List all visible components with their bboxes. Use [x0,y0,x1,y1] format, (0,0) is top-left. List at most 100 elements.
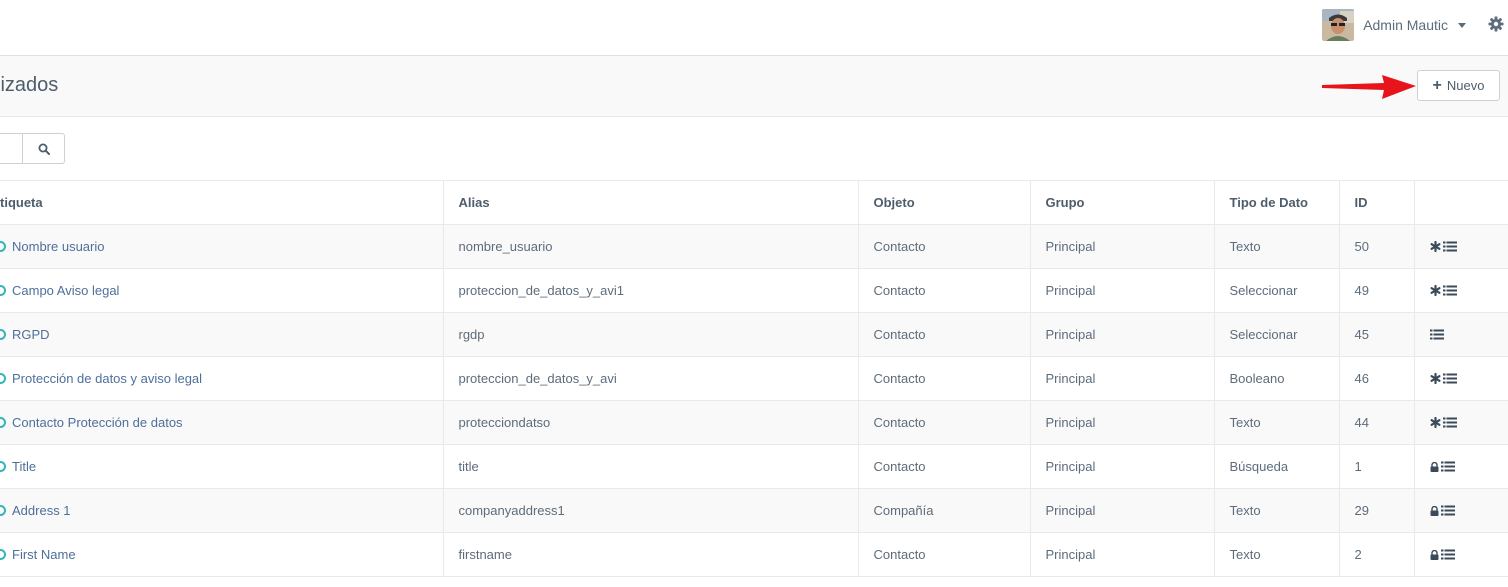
cell-status-icons [1414,444,1508,489]
list-icon [1429,329,1444,340]
column-header-alias[interactable]: Alias [443,180,859,225]
publish-toggle-icon[interactable] [0,329,6,340]
cell-status-icons [1414,532,1508,577]
lock-icon [1430,461,1438,472]
publish-toggle-icon[interactable] [0,549,6,560]
new-button[interactable]: + Nuevo [1417,70,1500,101]
list-icon [1442,373,1457,384]
list-icon [1442,417,1457,428]
cell-alias: title [443,444,859,489]
publish-toggle-icon[interactable] [0,285,6,296]
field-label-link[interactable]: Protección de datos y aviso legal [12,371,202,386]
list-icon [1440,461,1455,472]
asterisk-icon [1430,373,1440,384]
cell-alias: firstname [443,532,859,577]
column-header-label[interactable]: tiqueta [0,180,444,225]
cell-id: 45 [1339,312,1415,357]
publish-toggle-icon[interactable] [0,505,6,516]
list-icon [1442,285,1457,296]
list-icon [1440,505,1455,516]
search-icon [38,143,50,155]
cell-object: Compañía [858,488,1031,533]
cell-status-icons [1414,224,1508,269]
cell-status-icons [1414,400,1508,445]
cell-status-icons [1414,268,1508,313]
cell-label: Address 1 [0,488,444,533]
cell-status-icons [1414,488,1508,533]
plus-icon: + [1432,77,1442,94]
cell-type: Seleccionar [1214,268,1340,313]
cell-type: Texto [1214,224,1340,269]
field-label-link[interactable]: First Name [12,547,76,562]
field-label-link[interactable]: Nombre usuario [12,239,105,254]
publish-toggle-icon[interactable] [0,461,6,472]
table-row: Campo Aviso legal proteccion_de_datos_y_a… [0,268,1508,313]
cell-group: Principal [1030,444,1215,489]
avatar [1322,9,1355,41]
table-row: Contacto Protección de datos proteccionda… [0,400,1508,445]
publish-toggle-icon[interactable] [0,373,6,384]
red-arrow-annotation [1322,75,1416,99]
table-row: RGPD rgdp Contacto Principal Seleccionar 45 [0,312,1508,357]
cell-label: RGPD [0,312,444,357]
field-label-link[interactable]: Title [12,459,36,474]
cell-alias: proteccion_de_datos_y_avi1 [443,268,859,313]
cell-group: Principal [1030,488,1215,533]
cell-id: 49 [1339,268,1415,313]
user-name: Admin Mautic [1363,17,1448,33]
cell-id: 46 [1339,356,1415,401]
cell-group: Principal [1030,268,1215,313]
asterisk-icon [1430,285,1440,296]
cell-status-icons [1414,356,1508,401]
cell-label: Campo Aviso legal [0,268,444,313]
field-label-link[interactable]: Campo Aviso legal [12,283,119,298]
field-label-link[interactable]: Address 1 [12,503,71,518]
gear-icon[interactable] [1488,16,1504,32]
cell-group: Principal [1030,224,1215,269]
cell-group: Principal [1030,312,1215,357]
cell-type: Búsqueda [1214,444,1340,489]
cell-object: Contacto [858,224,1031,269]
cell-group: Principal [1030,532,1215,577]
cell-alias: protecciondatso [443,400,859,445]
cell-label: Nombre usuario [0,224,444,269]
chevron-down-icon [1458,22,1466,28]
list-icon [1440,549,1455,560]
table-row: Protección de datos y aviso legal protecc… [0,356,1508,401]
field-label-link[interactable]: Contacto Protección de datos [12,415,183,430]
user-menu[interactable]: Admin Mautic [1322,9,1466,41]
search-button[interactable] [22,133,65,164]
cell-object: Contacto [858,400,1031,445]
cell-group: Principal [1030,400,1215,445]
custom-fields-table: tiqueta Alias Objeto Grupo Tipo de Dato … [0,180,1508,577]
cell-label: Protección de datos y aviso legal [0,356,444,401]
cell-alias: companyaddress1 [443,488,859,533]
lock-icon [1430,549,1438,560]
top-navbar: Admin Mautic [0,0,1508,56]
cell-type: Texto [1214,400,1340,445]
publish-toggle-icon[interactable] [0,241,6,252]
column-header-object[interactable]: Objeto [858,180,1031,225]
cell-type: Texto [1214,488,1340,533]
table-row: First Name firstname Contacto Principal Text… [0,532,1508,577]
column-header-id[interactable]: ID [1339,180,1415,225]
list-icon [1442,241,1457,252]
cell-id: 50 [1339,224,1415,269]
cell-object: Contacto [858,312,1031,357]
column-header-group[interactable]: Grupo [1030,180,1215,225]
cell-label: Title [0,444,444,489]
cell-label: First Name [0,532,444,577]
cell-type: Seleccionar [1214,312,1340,357]
search-input[interactable] [0,133,22,164]
cell-object: Contacto [858,444,1031,489]
cell-alias: nombre_usuario [443,224,859,269]
cell-object: Contacto [858,532,1031,577]
field-label-link[interactable]: RGPD [12,327,50,342]
asterisk-icon [1430,241,1440,252]
page-header: lizados [0,56,1508,117]
cell-type: Booleano [1214,356,1340,401]
table-row: Title title Contacto Principal Búsqueda 1 [0,444,1508,489]
table-row: Address 1 companyaddress1 Compañía Principa… [0,488,1508,533]
publish-toggle-icon[interactable] [0,417,6,428]
column-header-type[interactable]: Tipo de Dato [1214,180,1340,225]
